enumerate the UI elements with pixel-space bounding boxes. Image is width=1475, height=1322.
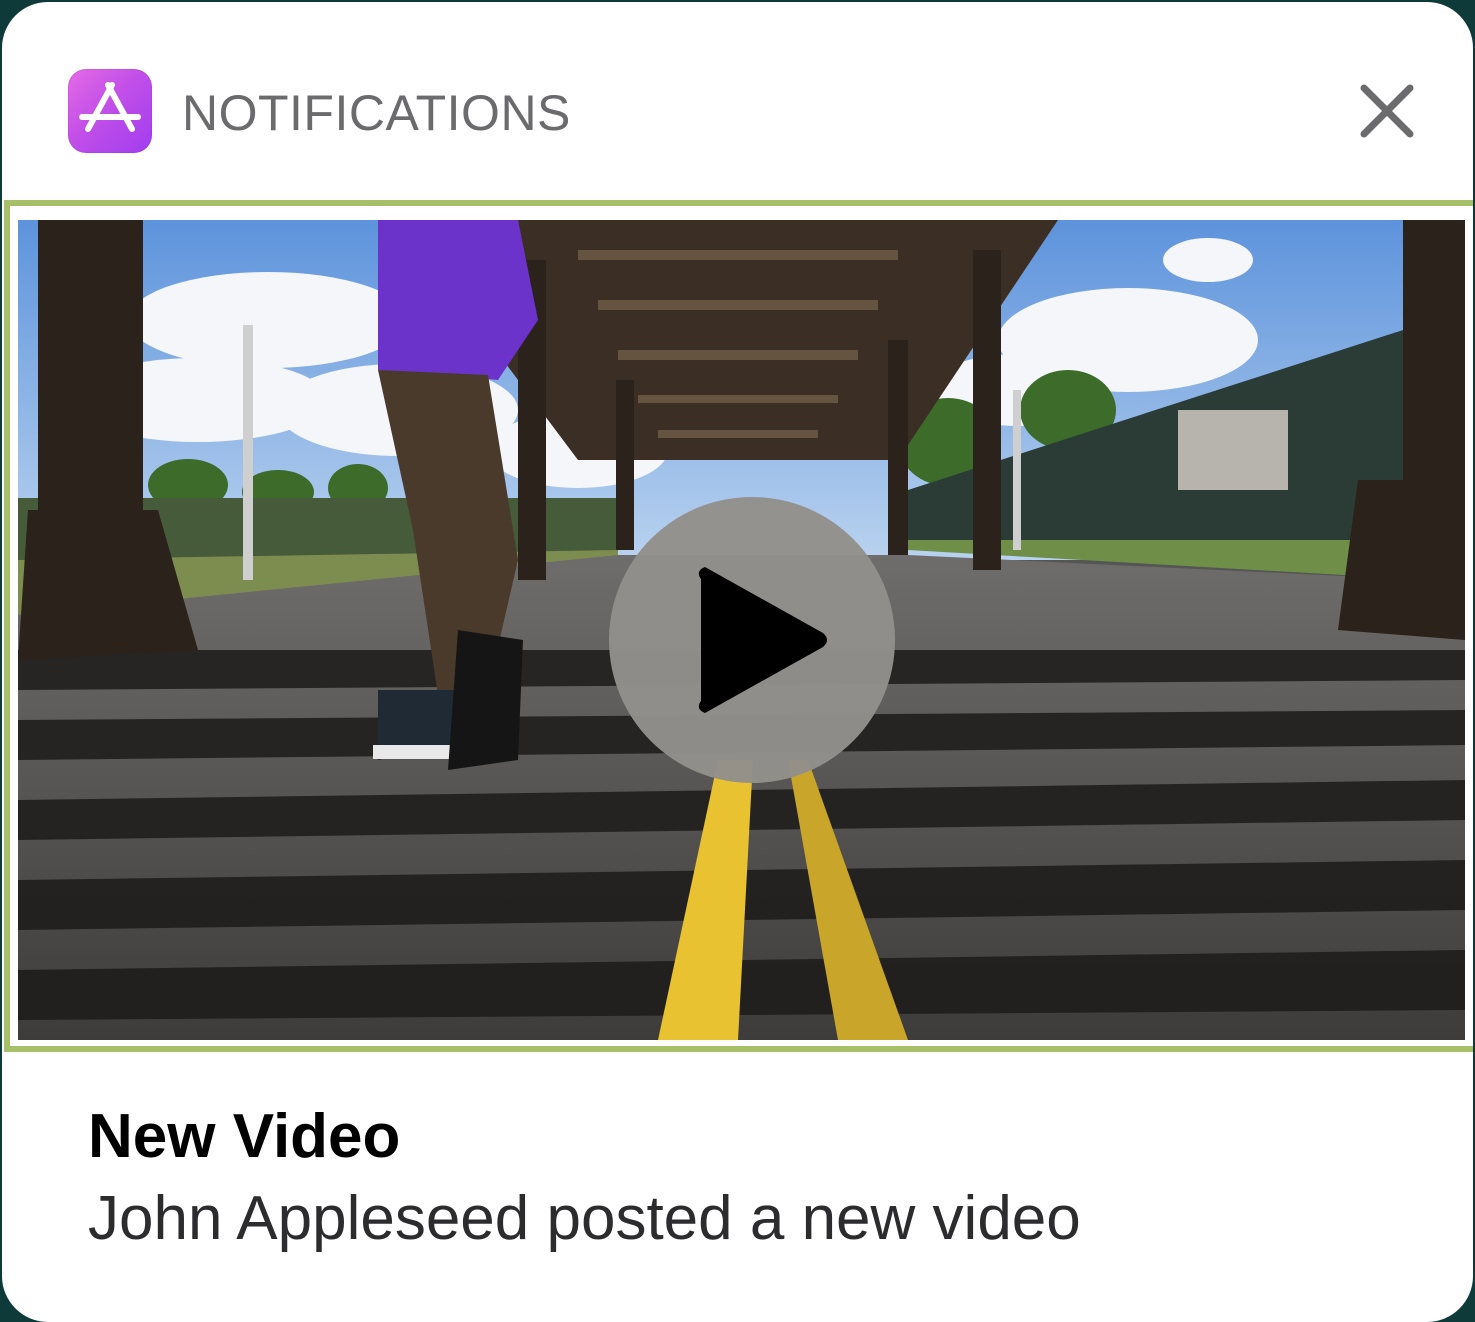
play-icon <box>698 567 827 713</box>
app-name-label: NOTIFICATIONS <box>182 85 571 141</box>
notification-title: New Video <box>88 1102 401 1171</box>
app-store-icon <box>68 69 152 153</box>
play-button[interactable] <box>609 497 895 783</box>
media-attachment-frame <box>4 200 1473 1052</box>
notification-body: John Appleseed posted a new video <box>88 1184 1081 1253</box>
notification-card[interactable]: NOTIFICATIONS New Video John Appleseed p… <box>2 2 1473 1322</box>
video-thumbnail[interactable] <box>18 220 1465 1040</box>
notification-header: NOTIFICATIONS <box>2 2 1473 198</box>
close-icon <box>1360 84 1414 138</box>
close-button[interactable] <box>1354 78 1420 144</box>
